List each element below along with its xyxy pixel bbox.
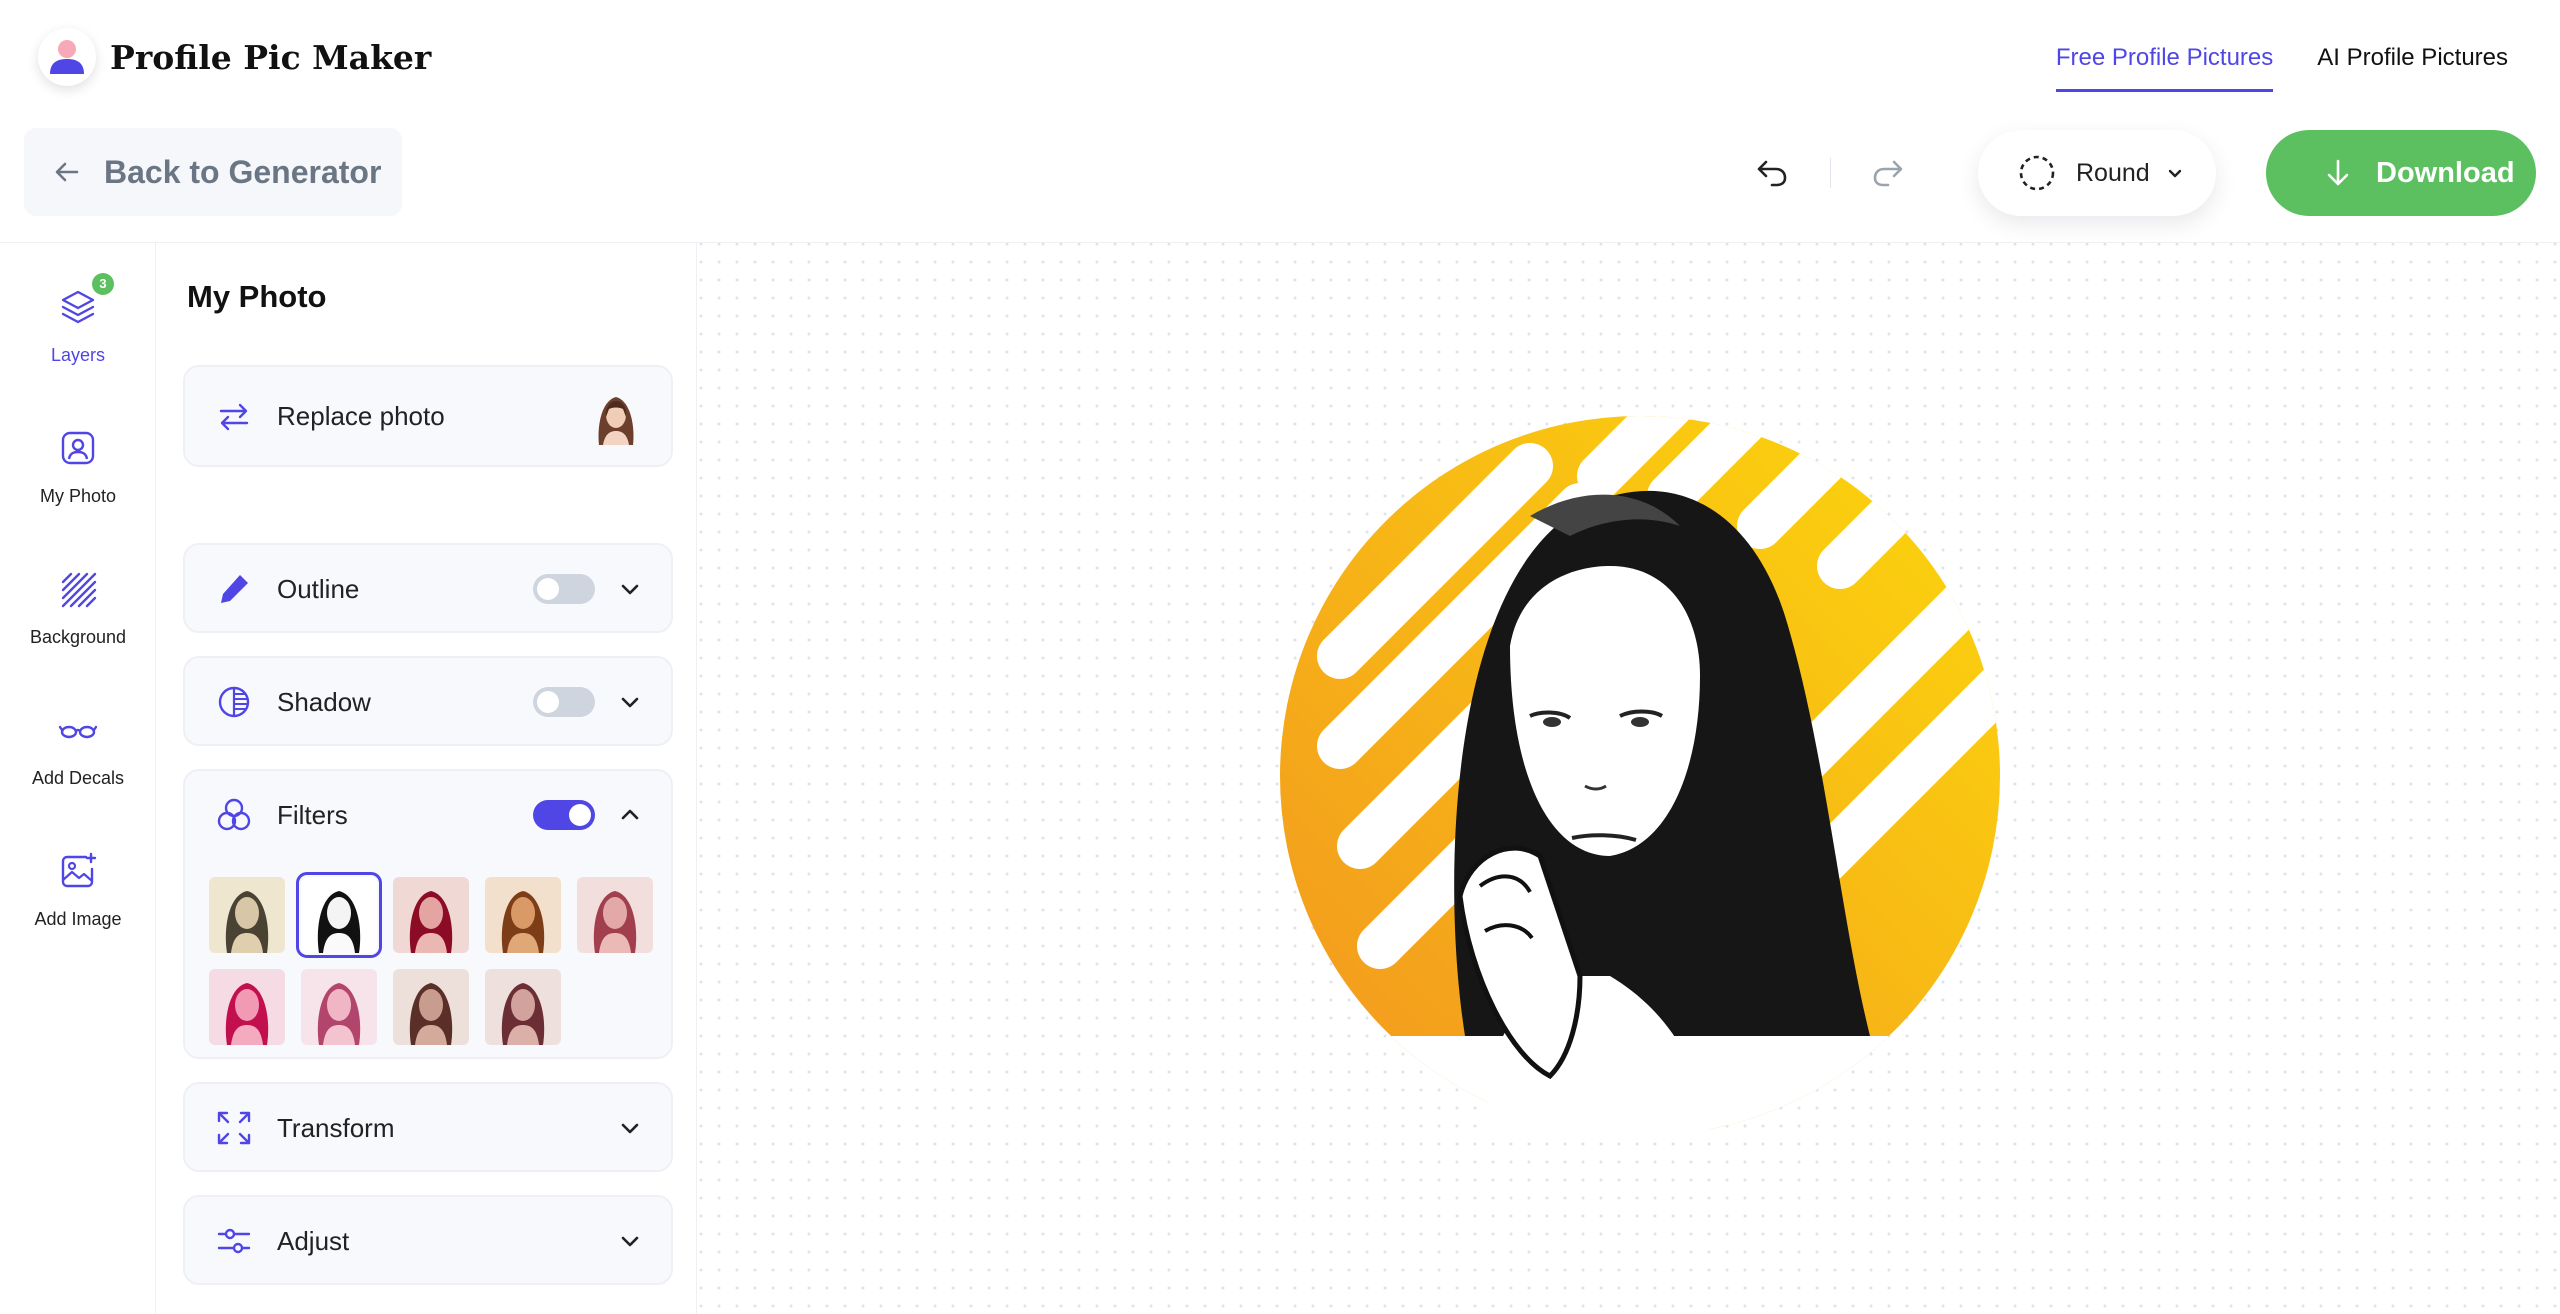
nav-ai-profile-pictures[interactable]: AI Profile Pictures	[2317, 40, 2508, 92]
chevron-down-icon[interactable]	[617, 576, 643, 602]
pen-icon	[221, 575, 248, 603]
expand-arrows-icon	[217, 1111, 251, 1145]
redo-icon[interactable]	[1868, 153, 1908, 193]
shadow-card[interactable]: Shadow	[183, 656, 673, 746]
layers-count-badge: 3	[92, 273, 114, 295]
glasses-icon	[58, 725, 98, 739]
layers-icon	[61, 290, 95, 324]
logo-icon	[38, 28, 96, 86]
back-to-generator-button[interactable]: Back to Generator	[24, 128, 402, 216]
rail-label: Add Image	[34, 909, 122, 929]
back-label: Back to Generator	[104, 153, 382, 190]
rail-item-background[interactable]: Background	[0, 569, 156, 679]
chevron-down-icon	[2168, 169, 2181, 178]
undo-icon[interactable]	[1752, 153, 1792, 193]
swap-arrows-icon	[219, 403, 249, 431]
rail-label: Background	[29, 627, 127, 647]
replace-photo-card[interactable]: Replace photo	[183, 365, 673, 467]
download-label: Download	[2376, 156, 2515, 189]
profile-picture-preview[interactable]	[1280, 416, 2000, 1136]
filter-black-white[interactable]	[296, 872, 382, 958]
filter-red[interactable]	[393, 877, 469, 953]
app-name: Profile Pic Maker	[110, 37, 432, 77]
arrow-left-icon	[55, 162, 79, 182]
filter-magenta[interactable]	[209, 969, 285, 1045]
outline-card[interactable]: Outline	[183, 543, 673, 633]
download-button[interactable]: Download	[2266, 130, 2536, 216]
rail-label: My Photo	[39, 486, 117, 506]
nav-free-profile-pictures[interactable]: Free Profile Pictures	[2055, 40, 2274, 92]
diagonal-lines-icon	[61, 572, 97, 608]
left-rail: 3 Layers My Photo Background Add Decals	[0, 243, 156, 1314]
filters-label: Filters	[277, 800, 348, 830]
rail-item-my-photo[interactable]: My Photo	[0, 428, 156, 538]
shape-select[interactable]: Round	[1978, 130, 2216, 216]
filters-card[interactable]: Filters	[183, 769, 673, 1059]
shadow-label: Shadow	[277, 687, 371, 717]
outline-toggle[interactable]	[533, 574, 595, 604]
filter-rose[interactable]	[577, 877, 653, 953]
three-circles-icon	[217, 798, 251, 831]
rail-label: Layers	[50, 345, 106, 365]
filter-sepia-warm[interactable]	[485, 877, 561, 953]
dashed-circle-icon	[2019, 155, 2055, 191]
download-arrow-icon	[2327, 159, 2349, 186]
filters-toggle[interactable]	[533, 800, 595, 830]
user-square-icon	[61, 431, 95, 465]
adjust-label: Adjust	[277, 1226, 350, 1256]
panel-title: My Photo	[187, 279, 327, 314]
transform-card[interactable]: Transform	[183, 1082, 673, 1172]
chevron-up-icon[interactable]	[617, 802, 643, 828]
shadow-toggle[interactable]	[533, 687, 595, 717]
transform-label: Transform	[277, 1113, 395, 1143]
outline-label: Outline	[277, 574, 360, 604]
top-header: Profile Pic Maker Free Profile Pictures …	[0, 0, 2560, 118]
filter-muted-rose[interactable]	[485, 969, 561, 1045]
filter-brown[interactable]	[393, 969, 469, 1045]
rail-item-add-decals[interactable]: Add Decals	[0, 710, 156, 820]
chevron-down-icon[interactable]	[617, 689, 643, 715]
my-photo-panel: My Photo Replace photo Outline Shadow Fi…	[157, 243, 697, 1314]
shadow-circle-icon	[218, 686, 250, 718]
app-logo[interactable]: Profile Pic Maker	[38, 28, 431, 86]
rail-item-add-image[interactable]: Add Image	[0, 851, 156, 961]
image-plus-icon	[61, 852, 97, 888]
filter-pink[interactable]	[301, 969, 377, 1045]
chevron-down-icon[interactable]	[617, 1228, 643, 1254]
chevron-down-icon[interactable]	[617, 1115, 643, 1141]
top-nav: Free Profile Pictures AI Profile Picture…	[2012, 40, 2560, 92]
replace-photo-label: Replace photo	[277, 401, 445, 431]
rail-item-layers[interactable]: 3 Layers	[0, 273, 156, 397]
rail-label: Add Decals	[31, 768, 125, 788]
sliders-icon	[217, 1228, 251, 1254]
photo-thumbnail	[598, 397, 634, 445]
filter-original[interactable]	[209, 877, 285, 953]
shape-label: Round	[2076, 158, 2150, 187]
adjust-card[interactable]: Adjust	[183, 1195, 673, 1285]
toolbar-divider	[1830, 158, 1831, 188]
